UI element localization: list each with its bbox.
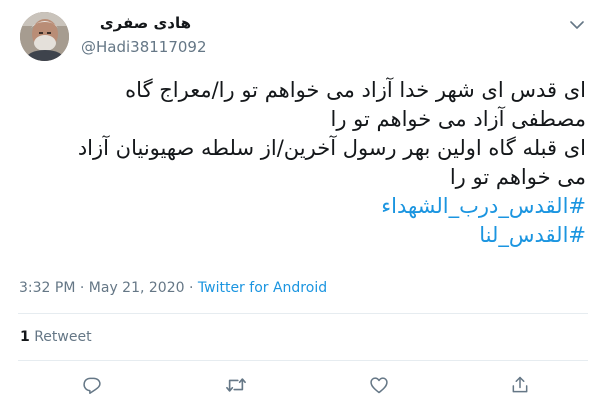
chevron-down-icon bbox=[570, 21, 584, 29]
reply-icon bbox=[83, 377, 101, 394]
tweet-text-line: ای قدس ای شهر خدا آزاد می خواهم تو را/مع… bbox=[125, 78, 586, 102]
tweet-source-link[interactable]: Twitter for Android bbox=[198, 280, 327, 296]
share-button[interactable] bbox=[508, 373, 532, 397]
heart-icon bbox=[370, 377, 388, 394]
meta-separator: · bbox=[79, 280, 85, 296]
retweet-stats[interactable]: 1 Retweet bbox=[20, 328, 92, 346]
avatar[interactable] bbox=[20, 12, 69, 61]
more-options-button[interactable] bbox=[566, 18, 588, 32]
divider bbox=[18, 360, 588, 361]
divider bbox=[18, 313, 588, 314]
author-handle[interactable]: @Hadi38117092 bbox=[81, 37, 207, 57]
tweet-meta: 3:32 PM · May 21, 2020 · Twitter for And… bbox=[19, 279, 327, 297]
retweet-count: 1 bbox=[20, 329, 30, 345]
avatar-photo bbox=[20, 12, 69, 61]
tweet-text: ای قدس ای شهر خدا آزاد می خواهم تو را/مع… bbox=[18, 76, 586, 250]
retweet-button[interactable] bbox=[224, 373, 248, 397]
retweet-label: Retweet bbox=[34, 329, 92, 345]
tweet-text-line: می خواهم تو را bbox=[449, 165, 586, 189]
hashtag-link[interactable]: #القدس_لنا bbox=[18, 221, 586, 250]
like-button[interactable] bbox=[367, 373, 391, 397]
reply-button[interactable] bbox=[80, 373, 104, 397]
tweet-card: هادی صفری @Hadi38117092 ای قدس ای شهر خد… bbox=[0, 0, 606, 411]
hashtag-link[interactable]: #القدس_درب_الشهداء bbox=[18, 192, 586, 221]
tweet-date[interactable]: May 21, 2020 bbox=[89, 280, 185, 296]
share-icon bbox=[512, 376, 528, 393]
meta-separator: · bbox=[188, 280, 194, 296]
retweet-icon bbox=[226, 378, 246, 392]
tweet-time[interactable]: 3:32 PM bbox=[19, 280, 75, 296]
author-display-name[interactable]: هادی صفری bbox=[81, 13, 191, 33]
tweet-text-line: مصطفی آزاد می خواهم تو را bbox=[330, 107, 587, 131]
tweet-text-line: ای قبله گاه اولین بهر رسول آخرین/از سلطه… bbox=[77, 136, 586, 160]
